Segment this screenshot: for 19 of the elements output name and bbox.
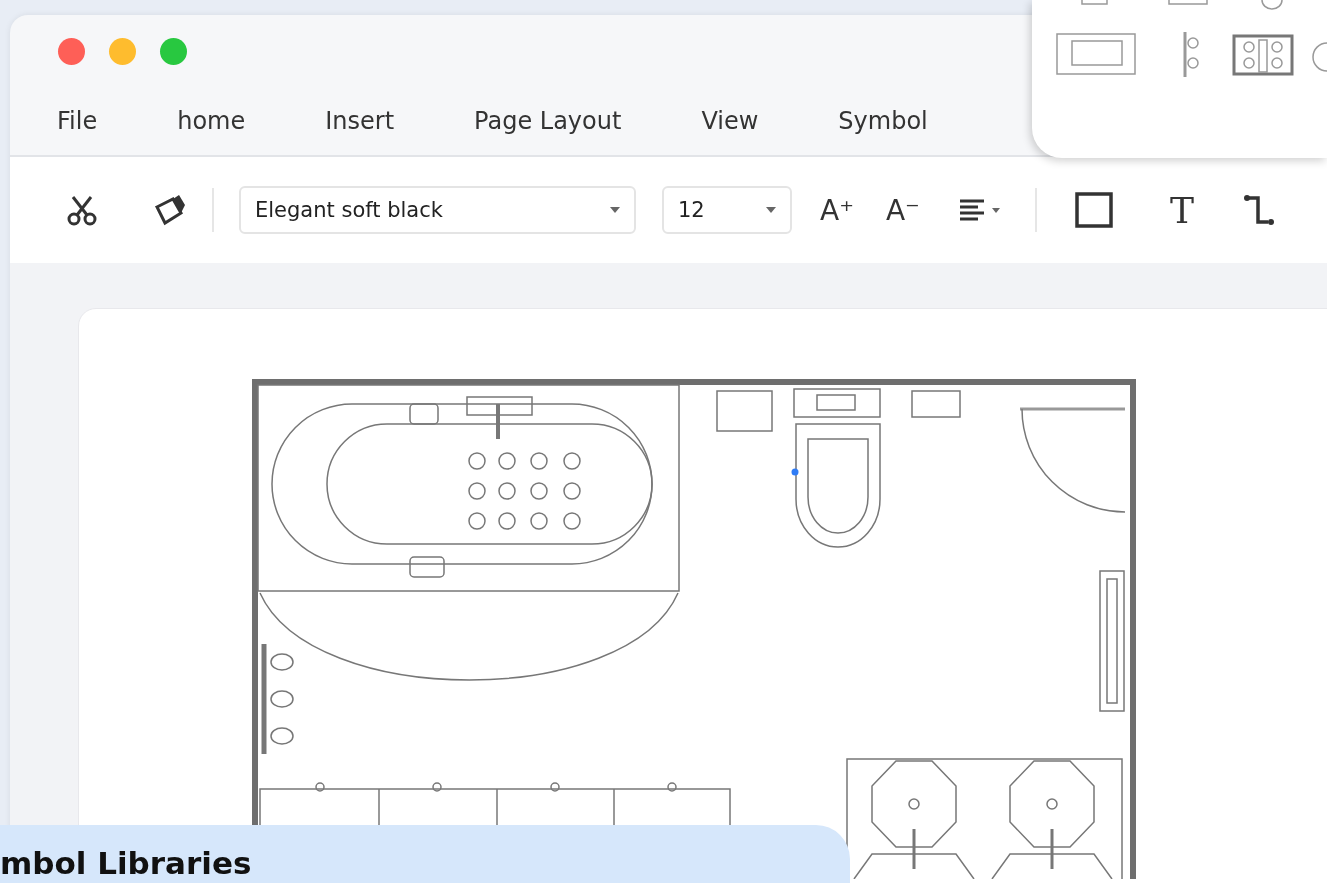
menu-item[interactable]: home	[177, 107, 246, 135]
callout-title: mbol Libraries	[0, 845, 252, 881]
format-painter-icon[interactable]	[153, 193, 187, 227]
menu-item[interactable]: File	[57, 107, 98, 135]
caret-icon	[610, 207, 620, 213]
menu-item[interactable]: Page Layout	[474, 107, 622, 135]
window-control-button[interactable]	[58, 37, 85, 65]
menu-item[interactable]: Insert	[325, 107, 395, 135]
cut-icon[interactable]	[65, 193, 99, 227]
decrease-font-button[interactable]: A⁻	[885, 193, 920, 227]
text-tool-button[interactable]: T	[1169, 189, 1194, 231]
caret-icon	[766, 207, 776, 213]
font-size-dropdown[interactable]: 12	[662, 186, 792, 234]
menu-item[interactable]: View	[701, 107, 759, 135]
rectangle-icon[interactable]	[1074, 192, 1113, 228]
menu-item[interactable]: Symbol	[838, 107, 928, 135]
font-dropdown[interactable]: Elegant soft black	[239, 186, 636, 234]
increase-font-button[interactable]: A⁺	[820, 193, 854, 227]
connector-icon[interactable]	[1243, 194, 1274, 226]
